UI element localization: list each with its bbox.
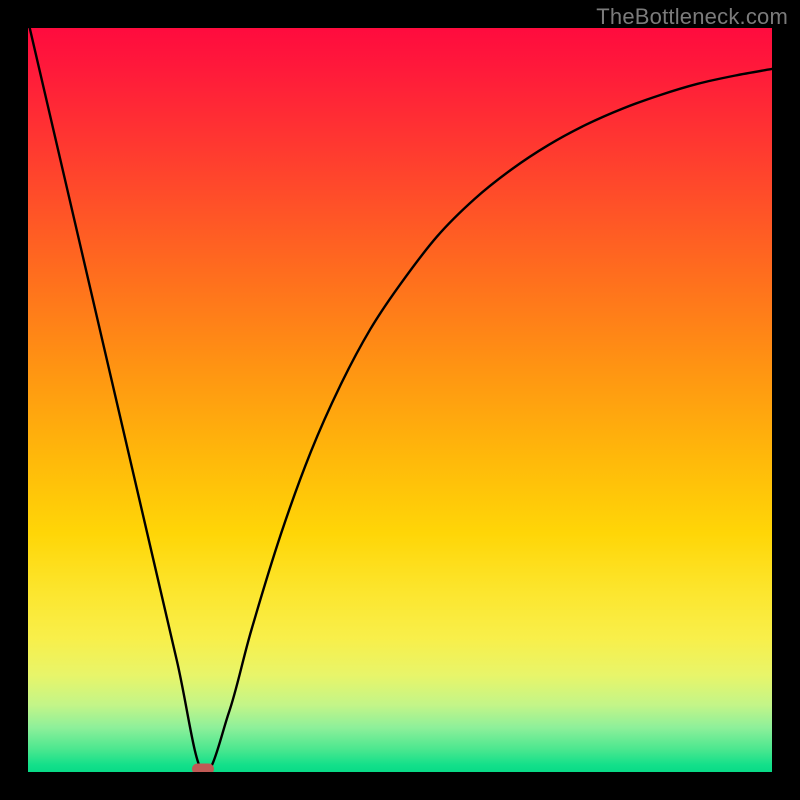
chart-frame: TheBottleneck.com: [0, 0, 800, 800]
plot-area: [28, 28, 772, 772]
watermark-text: TheBottleneck.com: [596, 4, 788, 30]
minimum-marker: [192, 764, 214, 773]
curve-svg: [28, 28, 772, 772]
bottleneck-curve: [28, 28, 772, 772]
